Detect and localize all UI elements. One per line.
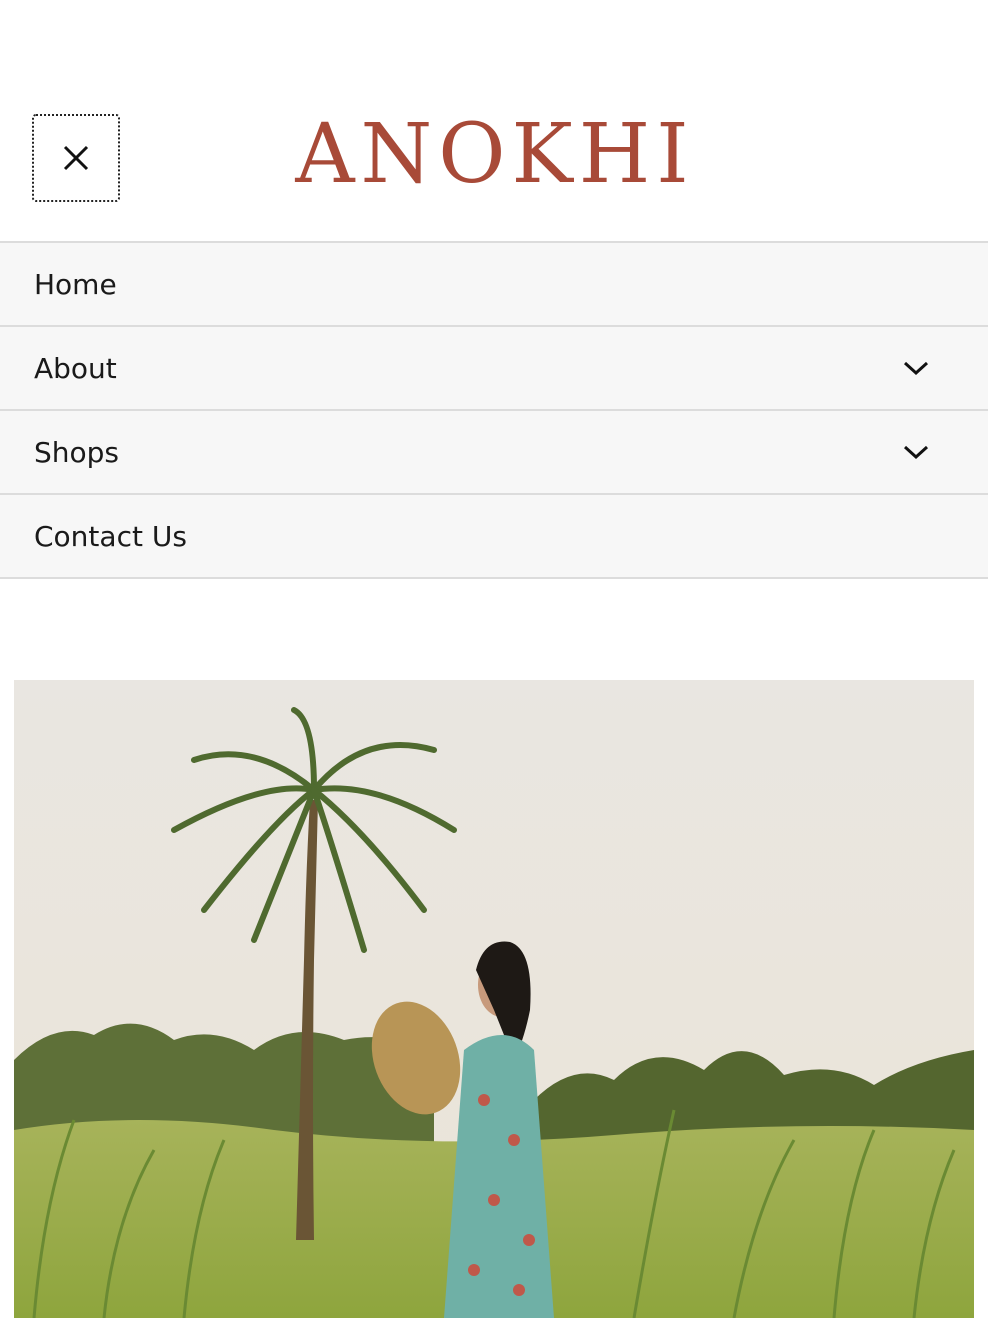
page: ANOKHI Home About Shops Contact Us: [0, 0, 988, 1318]
menu-item-label: Shops: [34, 435, 120, 469]
menu-item-home[interactable]: Home: [0, 243, 988, 327]
chevron-down-icon[interactable]: [902, 358, 930, 378]
brand-logo[interactable]: ANOKHI: [295, 110, 688, 200]
menu-item-about[interactable]: About: [0, 327, 988, 411]
menu-item-label: Home: [34, 267, 117, 301]
chevron-down-icon[interactable]: [902, 442, 930, 462]
menu-item-shops[interactable]: Shops: [0, 411, 988, 495]
menu-item-label: Contact Us: [34, 519, 187, 553]
close-icon: [63, 145, 89, 171]
close-menu-button[interactable]: [32, 114, 120, 202]
header: ANOKHI: [0, 0, 988, 241]
menu-item-label: About: [34, 351, 117, 385]
nav-menu: Home About Shops Contact Us: [0, 241, 988, 579]
hero-image: [14, 680, 974, 1318]
menu-item-contact-us[interactable]: Contact Us: [0, 495, 988, 579]
